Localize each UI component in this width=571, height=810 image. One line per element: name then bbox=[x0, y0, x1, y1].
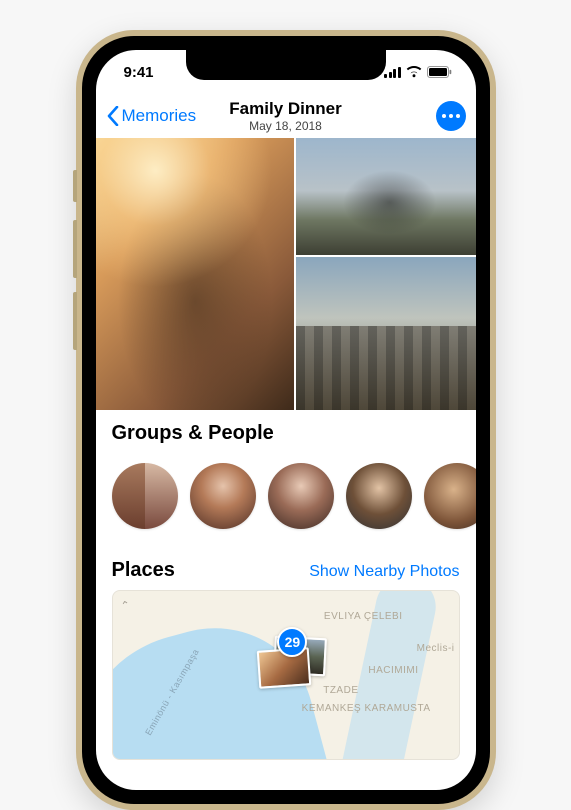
map-label: HACIMIMI bbox=[368, 665, 418, 676]
screen: 9:41 Memories Family Dinner bbox=[96, 50, 476, 790]
compass-icon: ⌃ bbox=[119, 598, 131, 613]
people-section-title: Groups & People bbox=[112, 422, 274, 445]
places-section-title: Places bbox=[112, 559, 175, 582]
people-avatar[interactable] bbox=[346, 463, 412, 529]
show-nearby-button[interactable]: Show Nearby Photos bbox=[309, 563, 459, 581]
people-group-avatar[interactable] bbox=[112, 463, 178, 529]
wifi-icon bbox=[406, 66, 422, 78]
memory-photo[interactable] bbox=[296, 138, 476, 255]
nav-bar: Memories Family Dinner May 18, 2018 bbox=[96, 94, 476, 138]
people-avatar[interactable] bbox=[190, 463, 256, 529]
cellular-icon bbox=[384, 67, 401, 78]
map-label: KEMANKEŞ KARAMUSTA bbox=[302, 703, 431, 714]
chevron-left-icon bbox=[106, 106, 120, 126]
people-row[interactable] bbox=[96, 453, 476, 547]
memory-photo[interactable] bbox=[296, 257, 476, 410]
places-section: Places Show Nearby Photos bbox=[96, 547, 476, 590]
people-section: Groups & People bbox=[96, 410, 476, 453]
ellipsis-icon bbox=[442, 114, 446, 118]
photo-grid bbox=[96, 138, 476, 410]
phone-frame: 9:41 Memories Family Dinner bbox=[76, 30, 496, 810]
cluster-count-badge: 29 bbox=[277, 627, 307, 657]
people-avatar[interactable] bbox=[268, 463, 334, 529]
notch bbox=[186, 50, 386, 80]
back-label: Memories bbox=[122, 106, 197, 126]
map-label: TZADE bbox=[323, 685, 358, 696]
people-avatar[interactable] bbox=[424, 463, 476, 529]
map-label: EVLIYA ÇELEBI bbox=[324, 611, 403, 622]
page-title: Family Dinner bbox=[229, 99, 341, 119]
places-map[interactable]: ⌃ Eminönü - Kasımpaşa EVLIYA ÇELEBI HACI… bbox=[112, 590, 460, 760]
nav-title-block: Family Dinner May 18, 2018 bbox=[229, 99, 341, 133]
battery-icon bbox=[427, 66, 452, 78]
map-label: Meclis-i bbox=[417, 643, 455, 654]
map-photo-cluster[interactable]: 29 bbox=[266, 643, 318, 681]
memory-photo[interactable] bbox=[96, 138, 294, 410]
back-button[interactable]: Memories bbox=[106, 106, 197, 126]
status-time: 9:41 bbox=[124, 64, 194, 81]
more-button[interactable] bbox=[436, 101, 466, 131]
page-subtitle: May 18, 2018 bbox=[229, 119, 341, 133]
